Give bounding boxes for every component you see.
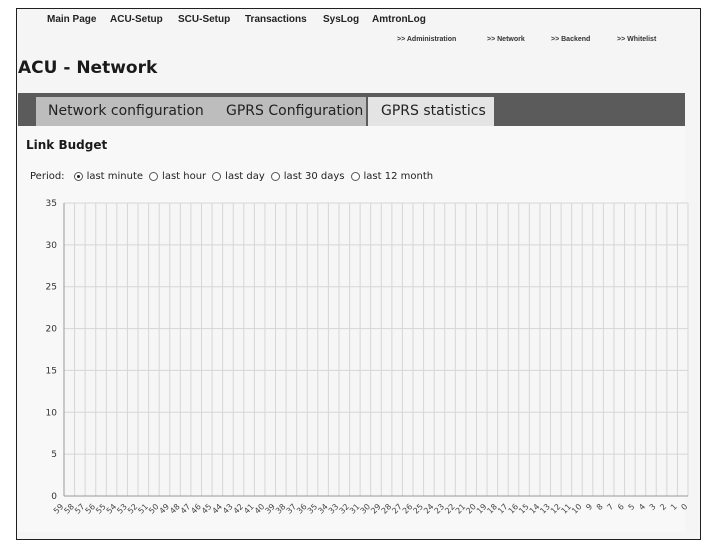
y-tick-label: 20 [46,325,58,335]
x-tick-label: 7 [605,502,615,512]
x-tick-label: 10 [570,502,584,516]
chart-plot-area [64,203,688,496]
x-tick-label: 6 [616,502,626,512]
link-budget-chart: 0510152025303559585756555453525150494847… [46,199,690,516]
y-tick-label: 15 [46,366,57,376]
y-tick-label: 25 [46,283,57,293]
x-tick-label: 0 [679,502,689,512]
x-tick-label: 5 [627,502,637,512]
y-tick-label: 5 [51,450,57,460]
x-tick-label: 2 [658,502,668,512]
y-tick-label: 35 [46,199,57,209]
y-tick-label: 0 [51,492,57,502]
x-tick-label: 1 [669,502,679,512]
y-tick-label: 30 [46,241,58,251]
y-tick-label: 10 [46,408,58,418]
x-tick-label: 9 [584,502,594,512]
x-tick-label: 8 [595,502,605,512]
x-tick-label: 3 [648,502,658,512]
x-tick-label: 4 [637,502,647,512]
